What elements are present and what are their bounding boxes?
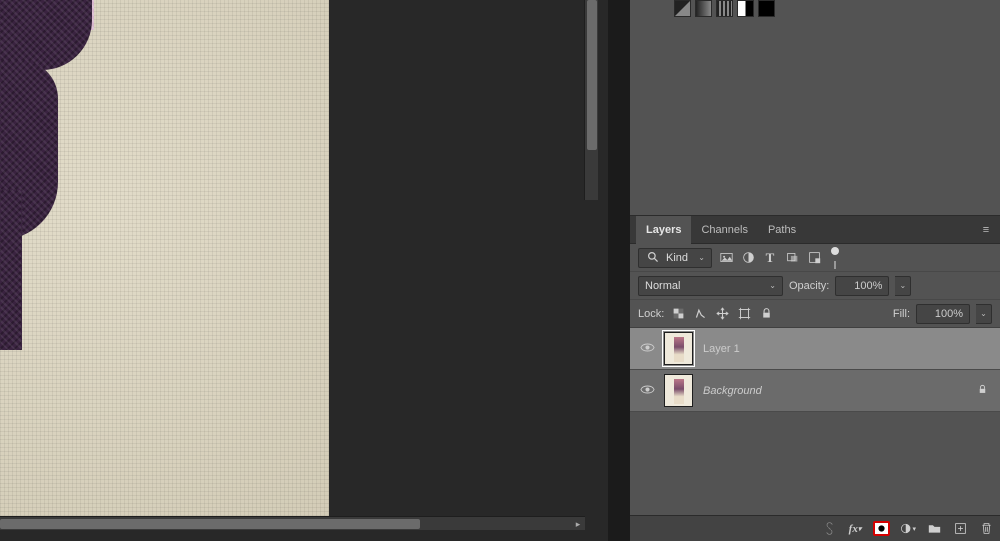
fill-dropdown-icon[interactable]: ⌄ <box>976 304 992 324</box>
opacity-value: 100% <box>854 280 882 292</box>
filter-smartobject-icon[interactable] <box>806 250 822 266</box>
adjustments-presets-row <box>674 0 775 17</box>
lock-artboard-icon[interactable] <box>736 306 752 322</box>
vertical-scrollbar[interactable] <box>584 0 598 200</box>
toggle-stem-icon <box>834 261 836 269</box>
tab-layers[interactable]: Layers <box>636 216 691 244</box>
filter-shape-icon[interactable] <box>784 250 800 266</box>
panel-tabs: Layers Channels Paths ≡ <box>630 216 1000 244</box>
layer-thumbnail[interactable] <box>664 332 693 365</box>
filter-type-icon[interactable]: T <box>762 250 778 266</box>
fill-input[interactable]: 100% <box>916 304 970 324</box>
layer-row[interactable]: Layer 1 <box>630 328 1000 370</box>
adjustment-preset[interactable] <box>674 0 691 17</box>
new-layer-icon[interactable] <box>952 521 968 537</box>
layer-effects-icon[interactable]: fx▾ <box>847 521 863 537</box>
layer-thumbnail[interactable] <box>664 374 693 407</box>
blend-mode-value: Normal <box>645 280 680 292</box>
layer-visibility-toggle[interactable] <box>630 382 664 400</box>
filter-kind-label: Kind <box>666 252 688 264</box>
eye-icon <box>640 340 655 358</box>
filter-pixel-icon[interactable] <box>718 250 734 266</box>
horizontal-scrollbar-thumb[interactable] <box>0 519 420 529</box>
add-mask-button[interactable] <box>873 521 890 536</box>
scroll-right-arrow-icon[interactable]: ▸ <box>571 517 585 531</box>
lock-all-icon[interactable] <box>758 306 774 322</box>
opacity-label: Opacity: <box>789 280 829 292</box>
adjustment-preset[interactable] <box>695 0 712 17</box>
filter-kind-select[interactable]: Kind ⌄ <box>638 248 712 268</box>
layer-list: Layer 1 Background <box>630 328 1000 515</box>
fill-value: 100% <box>935 308 963 320</box>
tab-paths[interactable]: Paths <box>758 216 806 244</box>
blend-row: Normal ⌄ Opacity: 100% ⌄ <box>630 272 1000 300</box>
new-adjustment-layer-icon[interactable]: ▾ <box>900 521 916 537</box>
search-icon <box>645 250 661 266</box>
layer-name[interactable]: Background <box>703 385 974 397</box>
blend-mode-select[interactable]: Normal ⌄ <box>638 276 783 296</box>
layer-visibility-toggle[interactable] <box>630 340 664 358</box>
eye-icon <box>640 382 655 400</box>
filter-adjustment-icon[interactable] <box>740 250 756 266</box>
right-panels: Layers Channels Paths ≡ Kind ⌄ T <box>630 0 1000 541</box>
lock-position-icon[interactable] <box>714 306 730 322</box>
panel-menu-icon[interactable]: ≡ <box>978 224 994 236</box>
adjustments-panel <box>630 0 1000 216</box>
adjustment-preset[interactable] <box>716 0 733 17</box>
horizontal-scrollbar[interactable]: ▸ <box>0 516 585 530</box>
canvas-image-detail <box>0 190 22 350</box>
opacity-dropdown-icon[interactable]: ⌄ <box>895 276 911 296</box>
lock-transparent-icon[interactable] <box>670 306 686 322</box>
filter-toggle-switch[interactable] <box>828 247 842 269</box>
opacity-input[interactable]: 100% <box>835 276 889 296</box>
fill-label: Fill: <box>893 308 910 320</box>
panel-divider[interactable] <box>608 0 630 541</box>
chevron-down-icon: ⌄ <box>769 281 776 290</box>
layer-name[interactable]: Layer 1 <box>703 343 990 355</box>
layers-panel: Layers Channels Paths ≡ Kind ⌄ T <box>630 216 1000 541</box>
layer-filter-row: Kind ⌄ T <box>630 244 1000 272</box>
new-group-icon[interactable] <box>926 521 942 537</box>
adjustment-preset[interactable] <box>737 0 754 17</box>
adjustment-preset[interactable] <box>758 0 775 17</box>
lock-label: Lock: <box>638 308 664 320</box>
document-canvas[interactable] <box>0 0 329 516</box>
lock-row: Lock: Fill: 100% ⌄ <box>630 300 1000 328</box>
delete-layer-icon[interactable] <box>978 521 994 537</box>
layer-row[interactable]: Background <box>630 370 1000 412</box>
chevron-down-icon: ⌄ <box>698 253 705 262</box>
canvas-area[interactable]: ▸ <box>0 0 608 541</box>
tab-channels[interactable]: Channels <box>691 216 757 244</box>
layer-locked-icon <box>974 384 990 398</box>
vertical-scrollbar-thumb[interactable] <box>587 0 597 150</box>
layers-footer: fx▾ ▾ <box>630 515 1000 541</box>
toggle-dot-icon <box>831 247 839 255</box>
lock-image-icon[interactable] <box>692 306 708 322</box>
link-layers-icon[interactable] <box>821 521 837 537</box>
